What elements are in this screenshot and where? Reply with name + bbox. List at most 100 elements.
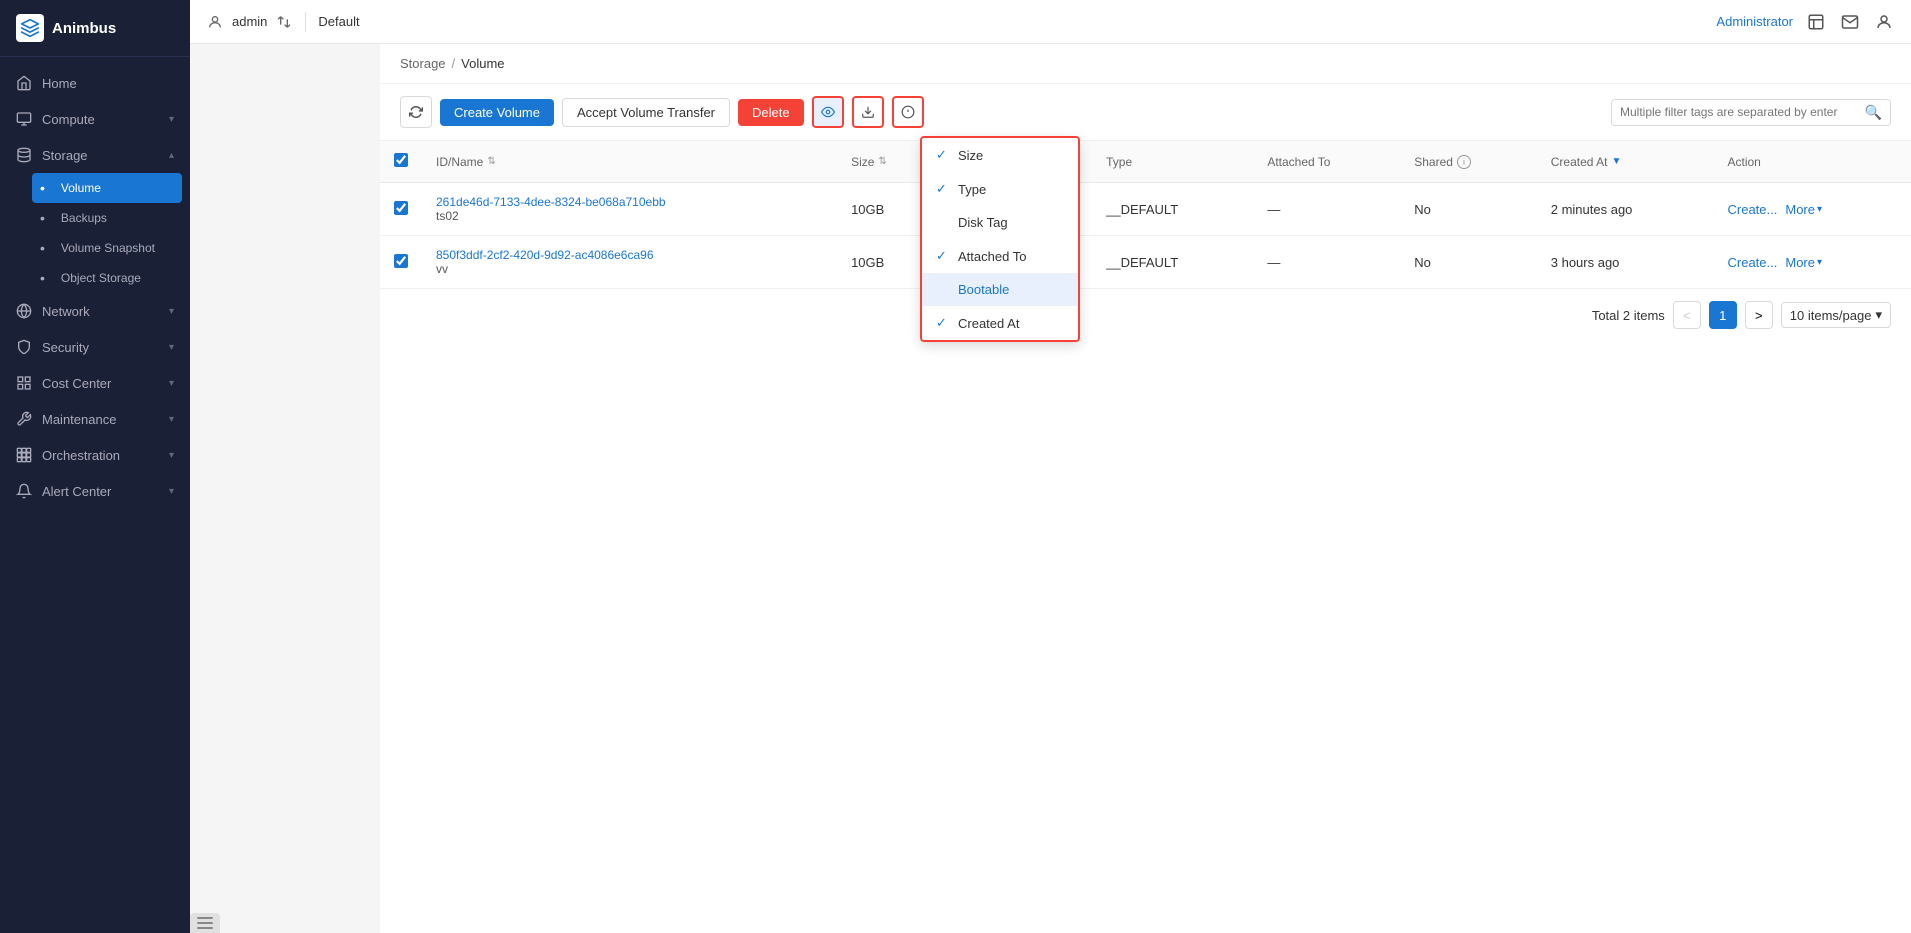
- sidebar-item-cost-center[interactable]: Cost Center ▾: [0, 365, 190, 401]
- shield-icon: [16, 339, 32, 355]
- exchange-icon[interactable]: [275, 13, 293, 31]
- user-profile-icon[interactable]: [1873, 11, 1895, 33]
- chevron-down-icon: ▾: [169, 378, 174, 389]
- sidebar-item-volume[interactable]: Volume: [32, 173, 182, 203]
- sort-created-at[interactable]: Created At ▼: [1551, 155, 1700, 169]
- sidebar-item-security[interactable]: Security ▾: [0, 329, 190, 365]
- bottom-handle[interactable]: [190, 913, 220, 933]
- chevron-down-icon: ▾: [169, 114, 174, 125]
- delete-button[interactable]: Delete: [738, 99, 804, 126]
- row-shared: No: [1400, 236, 1537, 289]
- column-visibility-button[interactable]: [812, 96, 844, 128]
- wrench-icon: [16, 411, 32, 427]
- sidebar-item-network[interactable]: Network ▾: [0, 293, 190, 329]
- row-checkbox-cell: [380, 183, 422, 236]
- row-type: __DEFAULT: [1092, 183, 1253, 236]
- accept-volume-transfer-button[interactable]: Accept Volume Transfer: [562, 98, 730, 127]
- sidebar-item-alert-center[interactable]: Alert Center ▾: [0, 473, 190, 509]
- create-action-link[interactable]: Create...: [1728, 202, 1778, 217]
- volume-name: vv: [436, 262, 823, 276]
- col-toggle-disk-tag[interactable]: Disk Tag: [922, 206, 1078, 239]
- sidebar-item-backups[interactable]: Backups: [32, 203, 190, 233]
- page-size-label: 10 items/page: [1790, 308, 1872, 323]
- more-action-button[interactable]: More ▾: [1785, 255, 1822, 270]
- next-page-button[interactable]: >: [1745, 301, 1773, 329]
- th-shared: Shared i: [1400, 141, 1537, 183]
- col-toggle-type[interactable]: ✓ Type: [922, 172, 1078, 206]
- table-header-row: ID/Name ⇅ Size ⇅ Status: [380, 141, 1911, 183]
- col-label: Bootable: [958, 282, 1009, 297]
- more-action-button[interactable]: More ▾: [1785, 202, 1822, 217]
- row-checkbox-cell: [380, 236, 422, 289]
- mail-icon[interactable]: [1839, 11, 1861, 33]
- th-attached-to: Attached To: [1253, 141, 1400, 183]
- row-id-name: 261de46d-7133-4dee-8324-be068a710ebb ts0…: [422, 183, 837, 236]
- row-action: Create... More ▾: [1714, 183, 1911, 236]
- info-button[interactable]: [892, 96, 924, 128]
- sidebar-item-label: Cost Center: [42, 376, 159, 391]
- col-toggle-attached-to[interactable]: ✓ Attached To: [922, 239, 1078, 273]
- sidebar-item-object-storage[interactable]: Object Storage: [32, 263, 190, 293]
- select-all-checkbox[interactable]: [394, 153, 408, 167]
- breadcrumb-volume: Volume: [461, 56, 504, 71]
- breadcrumb-separator: /: [452, 56, 456, 71]
- breadcrumb-storage[interactable]: Storage: [400, 56, 446, 71]
- sidebar-item-compute[interactable]: Compute ▾: [0, 101, 190, 137]
- main-content: Storage / Volume Create Volume Accept Vo…: [380, 44, 1911, 933]
- sidebar-item-volume-snapshot[interactable]: Volume Snapshot: [32, 233, 190, 263]
- sort-size[interactable]: Size ⇅: [851, 155, 926, 169]
- row-checkbox[interactable]: [394, 201, 408, 215]
- create-volume-button[interactable]: Create Volume: [440, 99, 554, 126]
- sidebar-item-label: Backups: [61, 211, 182, 225]
- apps-icon: [16, 447, 32, 463]
- prev-page-button[interactable]: <: [1673, 301, 1701, 329]
- chevron-down-icon: ▾: [169, 342, 174, 353]
- volume-id-link[interactable]: 261de46d-7133-4dee-8324-be068a710ebb: [436, 195, 823, 209]
- sidebar-item-maintenance[interactable]: Maintenance ▾: [0, 401, 190, 437]
- col-toggle-created-at[interactable]: ✓ Created At: [922, 306, 1078, 340]
- row-checkbox[interactable]: [394, 254, 408, 268]
- col-toggle-size[interactable]: ✓ Size: [922, 138, 1078, 172]
- create-action-link[interactable]: Create...: [1728, 255, 1778, 270]
- sidebar-item-label: Home: [42, 76, 174, 91]
- breadcrumb: Storage / Volume: [380, 44, 1911, 84]
- chevron-down-icon: ▾: [1817, 257, 1822, 268]
- col-toggle-bootable[interactable]: Bootable: [922, 273, 1078, 306]
- topbar-username[interactable]: Administrator: [1716, 14, 1793, 29]
- sidebar-item-storage[interactable]: Storage ▴: [0, 137, 190, 173]
- admin-icon: [206, 13, 224, 31]
- column-toggle-dropdown: ✓ Size ✓ Type Disk Tag ✓ Attached To: [920, 136, 1080, 342]
- sidebar-item-label: Network: [42, 304, 159, 319]
- page-1-button[interactable]: 1: [1709, 301, 1737, 329]
- th-type: Type: [1092, 141, 1253, 183]
- total-items-label: Total 2 items: [1592, 308, 1665, 323]
- search-input[interactable]: [1620, 105, 1861, 119]
- col-label: Created At: [958, 316, 1019, 331]
- volume-id-link[interactable]: 850f3ddf-2cf2-420d-9d92-ac4086e6ca96: [436, 248, 823, 262]
- content-area: Storage / Volume Create Volume Accept Vo…: [380, 44, 1911, 933]
- animbus-logo-icon: [16, 14, 44, 42]
- refresh-button[interactable]: [400, 96, 432, 128]
- th-action: Action: [1714, 141, 1911, 183]
- page-size-selector[interactable]: 10 items/page ▾: [1781, 302, 1891, 328]
- sidebar-nav: Home Compute ▾ Storage ▴ Volume Backups: [0, 57, 190, 933]
- table-layout-icon[interactable]: [1805, 11, 1827, 33]
- grid-icon: [16, 375, 32, 391]
- topbar-divider: [305, 12, 306, 32]
- row-attached-to: —: [1253, 183, 1400, 236]
- col-label: Disk Tag: [958, 215, 1008, 230]
- col-label: Attached To: [958, 249, 1026, 264]
- sidebar-item-home[interactable]: Home: [0, 65, 190, 101]
- sidebar-item-label: Compute: [42, 112, 159, 127]
- sort-id-name[interactable]: ID/Name ⇅: [436, 155, 823, 169]
- sidebar-item-orchestration[interactable]: Orchestration ▾: [0, 437, 190, 473]
- chevron-down-icon: ▾: [1875, 307, 1882, 323]
- app-name: Animbus: [52, 20, 116, 37]
- col-label: Type: [958, 182, 986, 197]
- row-id-name: 850f3ddf-2cf2-420d-9d92-ac4086e6ca96 vv: [422, 236, 837, 289]
- sidebar-item-label: Security: [42, 340, 159, 355]
- sort-icon: ⇅: [487, 156, 495, 167]
- chevron-down-icon: ▾: [1817, 204, 1822, 215]
- export-button[interactable]: [852, 96, 884, 128]
- row-attached-to: —: [1253, 236, 1400, 289]
